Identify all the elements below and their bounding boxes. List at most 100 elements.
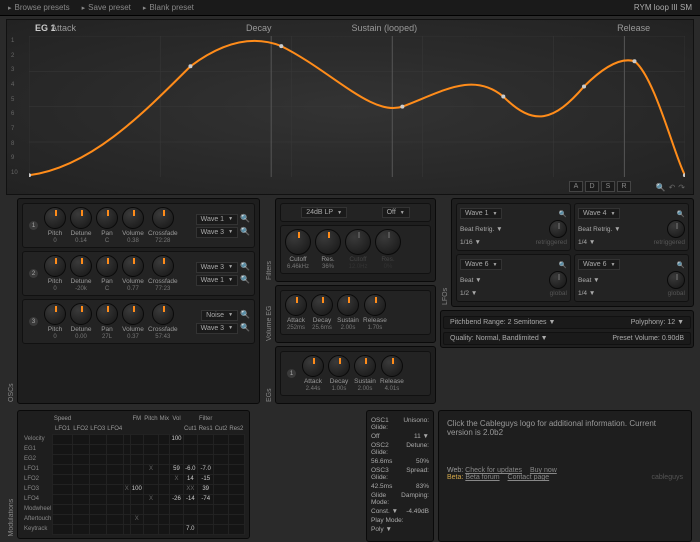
lfo1-speed-knob[interactable] — [549, 220, 567, 238]
contact-link[interactable]: Contact page — [508, 474, 550, 481]
osc3-wave-a[interactable]: Noise — [201, 310, 238, 321]
osc2-pan-knob[interactable] — [96, 255, 118, 277]
lfo2-speed-knob[interactable] — [667, 220, 685, 238]
osc3-detune-knob[interactable] — [70, 303, 92, 325]
filter1-type[interactable]: 24dB LP — [301, 207, 347, 218]
osc2-wave-b[interactable]: Wave 1 — [196, 275, 238, 286]
search-icon[interactable]: 🔍 — [240, 214, 250, 225]
search-icon[interactable]: 🔍 — [240, 275, 250, 286]
osc3-wave-b[interactable]: Wave 3 — [196, 323, 238, 334]
osc1-glide[interactable]: Off — [371, 433, 380, 440]
eg-decay-knob[interactable] — [328, 355, 350, 377]
osc1-volume-knob[interactable] — [122, 207, 144, 229]
search-icon[interactable]: 🔍 — [240, 310, 250, 321]
beta-forum-link[interactable]: Beta forum — [465, 474, 499, 481]
env-a-button[interactable]: A — [569, 181, 583, 192]
brand-logo[interactable]: cableguys — [651, 474, 683, 481]
envelope-curve[interactable] — [29, 36, 685, 177]
eg-attack-knob[interactable] — [302, 355, 324, 377]
buy-now-link[interactable]: Buy now — [530, 467, 557, 474]
blank-preset-link[interactable]: Blank preset — [143, 3, 194, 12]
env-r-button[interactable]: R — [617, 181, 631, 192]
search-icon[interactable]: 🔍 — [559, 261, 567, 269]
redo-icon[interactable]: ↷ — [678, 183, 685, 192]
cutoff-knob[interactable] — [285, 229, 311, 255]
browse-presets-link[interactable]: Browse presets — [8, 3, 70, 12]
detune[interactable]: 50% — [416, 458, 429, 465]
osc2-volume-knob[interactable] — [122, 255, 144, 277]
filters-label: Filters — [264, 198, 275, 282]
osc3-volume-knob[interactable] — [122, 303, 144, 325]
pitchbend-value[interactable]: 2 Semitones — [508, 319, 547, 326]
undo-icon[interactable]: ↶ — [669, 183, 676, 192]
veg-decay-knob[interactable] — [311, 294, 333, 316]
envelope-editor[interactable]: EG 1 Attack Decay Sustain (looped) Relea… — [6, 19, 694, 195]
osc1-crossfade-knob[interactable] — [152, 207, 174, 229]
osc1-pan-knob[interactable] — [96, 207, 118, 229]
osc1-wave-a[interactable]: Wave 1 — [196, 214, 238, 225]
osc2-glide[interactable]: 56.6ms — [371, 458, 392, 465]
res-knob[interactable] — [315, 229, 341, 255]
unisono[interactable]: 11 ▼ — [414, 433, 429, 440]
glide-panel: OSC1 Glide:Unisono: Off11 ▼ OSC2 Glide:D… — [366, 410, 434, 542]
spread[interactable]: 83% — [416, 483, 429, 490]
osc2-detune-knob[interactable] — [70, 255, 92, 277]
env-d-button[interactable]: D — [585, 181, 599, 192]
lfos-label: LFOs — [440, 198, 451, 307]
lfo2-cell: Wave 4🔍 Beat Retrig. ▼ 1/4 ▼retriggered — [574, 203, 689, 251]
quality-value[interactable]: Normal, Bandlimited — [476, 335, 539, 342]
oscs-label: OSCs — [6, 198, 17, 404]
lfo1-wave[interactable]: Wave 1 — [460, 208, 502, 219]
search-icon[interactable]: 🔍 — [240, 262, 250, 273]
topbar: Browse presets Save preset Blank preset … — [0, 0, 700, 16]
search-icon[interactable]: 🔍 — [677, 210, 685, 218]
play-mode[interactable]: Poly ▼ — [371, 526, 392, 533]
lfo4-wave[interactable]: Wave 6 — [578, 259, 620, 270]
eg-sustain-knob[interactable] — [354, 355, 376, 377]
zoom-in-icon[interactable]: 🔍 — [656, 183, 666, 192]
osc3-crossfade-knob[interactable] — [152, 303, 174, 325]
env-s-button[interactable]: S — [601, 181, 615, 192]
osc1-pitch-knob[interactable] — [44, 207, 66, 229]
osc2-wave-a[interactable]: Wave 3 — [196, 262, 238, 273]
preset-name: RYM loop III SM — [634, 3, 692, 12]
filters-panel: 24dB LP Off Cutoff6.46kHz Res.36% Cutoff… — [275, 198, 436, 282]
polyphony-value[interactable]: 12 — [667, 319, 675, 326]
lfo1-cell: Wave 1🔍 Beat Retrig. ▼ 1/16 ▼retriggered — [456, 203, 571, 251]
lfo3-rate[interactable]: 1/2 ▼ — [460, 290, 477, 297]
veg-release-knob[interactable] — [364, 294, 386, 316]
eg-release-knob[interactable] — [381, 355, 403, 377]
osc2-crossfade-knob[interactable] — [152, 255, 174, 277]
veg-sustain-knob[interactable] — [337, 294, 359, 316]
lfo2-rate[interactable]: 1/4 ▼ — [578, 239, 595, 246]
res2-knob — [375, 229, 401, 255]
search-icon[interactable]: 🔍 — [240, 323, 250, 334]
info-panel: Click the Cableguys logo for additional … — [438, 410, 692, 542]
osc3-glide[interactable]: 42.5ms — [371, 483, 392, 490]
osc3-pitch-knob[interactable] — [44, 303, 66, 325]
search-icon[interactable]: 🔍 — [240, 227, 250, 238]
preset-volume-value[interactable]: 0.90dB — [662, 335, 684, 342]
save-preset-link[interactable]: Save preset — [82, 3, 131, 12]
lfo1-rate[interactable]: 1/16 ▼ — [460, 239, 481, 246]
osc3-pan-knob[interactable] — [96, 303, 118, 325]
osc1-detune-knob[interactable] — [70, 207, 92, 229]
lfo4-rate[interactable]: 1/4 ▼ — [578, 290, 595, 297]
filter2-type[interactable]: Off — [382, 207, 410, 218]
osc1-wave-b[interactable]: Wave 3 — [196, 227, 238, 238]
search-icon[interactable]: 🔍 — [559, 210, 567, 218]
veg-attack-knob[interactable] — [285, 294, 307, 316]
search-icon[interactable]: 🔍 — [677, 261, 685, 269]
wave-slider-ticks[interactable]: 12 34 56 78 910 — [11, 38, 18, 176]
osc2-pitch-knob[interactable] — [44, 255, 66, 277]
check-updates-link[interactable]: Check for updates — [465, 467, 522, 474]
egs-label: EGs — [264, 346, 275, 404]
glide-mode[interactable]: Const. ▼ — [371, 508, 398, 515]
lfo4-speed-knob[interactable] — [667, 271, 685, 289]
lfo3-speed-knob[interactable] — [549, 271, 567, 289]
lfo3-cell: Wave 6🔍 Beat ▼ 1/2 ▼global — [456, 254, 571, 302]
damping[interactable]: -4.49dB — [406, 508, 429, 515]
mod-matrix[interactable]: SpeedFMPitchMixVolFilterLFO1LFO2LFO3LFO4… — [17, 410, 250, 539]
lfo3-wave[interactable]: Wave 6 — [460, 259, 502, 270]
lfo2-wave[interactable]: Wave 4 — [578, 208, 620, 219]
